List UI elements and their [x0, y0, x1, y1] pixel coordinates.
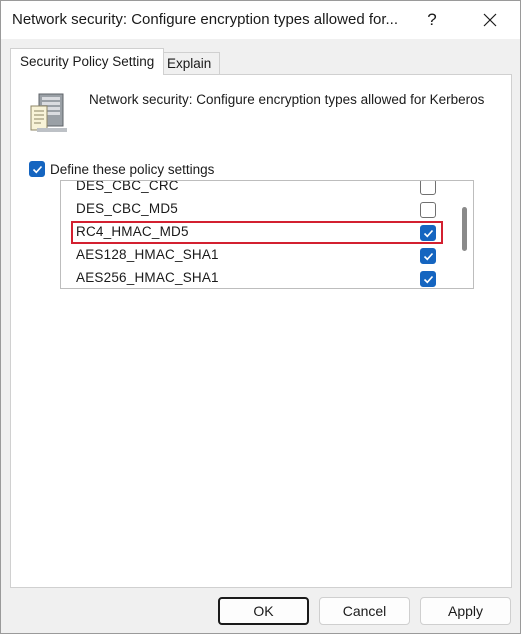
list-item-highlighted[interactable]: RC4_HMAC_MD5 — [61, 221, 454, 244]
define-policy-row[interactable]: Define these policy settings — [29, 161, 214, 177]
policy-dialog: Network security: Configure encryption t… — [0, 0, 521, 634]
list-item-label: AES256_HMAC_SHA1 — [76, 270, 219, 285]
checkmark-icon — [423, 275, 433, 283]
close-icon — [483, 13, 497, 27]
list-item-label: AES128_HMAC_SHA1 — [76, 247, 219, 262]
list-item-checkbox[interactable] — [420, 181, 436, 195]
list-item[interactable]: AES128_HMAC_SHA1 — [61, 244, 454, 267]
list-item-checkbox[interactable] — [420, 271, 436, 287]
define-policy-label: Define these policy settings — [50, 161, 215, 177]
define-policy-checkbox[interactable] — [29, 161, 45, 177]
apply-button[interactable]: Apply — [420, 597, 511, 625]
list-item-label: RC4_HMAC_MD5 — [76, 224, 189, 239]
help-button[interactable]: ? — [409, 1, 455, 39]
list-item[interactable]: DES_CBC_MD5 — [61, 198, 454, 221]
list-item-checkbox[interactable] — [420, 225, 436, 241]
checkmark-icon — [423, 252, 433, 260]
close-button[interactable] — [467, 1, 513, 39]
ok-button[interactable]: OK — [218, 597, 309, 625]
window-title: Network security: Configure encryption t… — [12, 11, 399, 28]
list-scrollbar[interactable] — [457, 181, 473, 288]
checkmark-icon — [32, 165, 42, 173]
title-bar[interactable]: Network security: Configure encryption t… — [1, 1, 520, 39]
scrollbar-thumb[interactable] — [462, 207, 467, 251]
list-item[interactable]: DES_CBC_CRC — [61, 180, 454, 198]
list-item-checkbox[interactable] — [420, 202, 436, 218]
list-item[interactable]: AES256_HMAC_SHA1 — [61, 267, 454, 288]
list-item-checkbox[interactable] — [420, 248, 436, 264]
encryption-types-list[interactable]: DES_CBC_CRC DES_CBC_MD5 RC4_HMAC_MD5 AES… — [60, 180, 474, 289]
tab-panel: Network security: Configure encryption t… — [10, 74, 512, 588]
tab-explain[interactable]: Explain — [158, 52, 221, 75]
policy-name: Network security: Configure encryption t… — [89, 92, 485, 107]
cancel-button[interactable]: Cancel — [319, 597, 410, 625]
list-item-label: DES_CBC_MD5 — [76, 201, 178, 216]
checkmark-icon — [423, 229, 433, 237]
server-policy-icon — [30, 93, 67, 132]
tab-security-policy-setting[interactable]: Security Policy Setting — [10, 48, 165, 75]
list-item-label: DES_CBC_CRC — [76, 180, 179, 193]
